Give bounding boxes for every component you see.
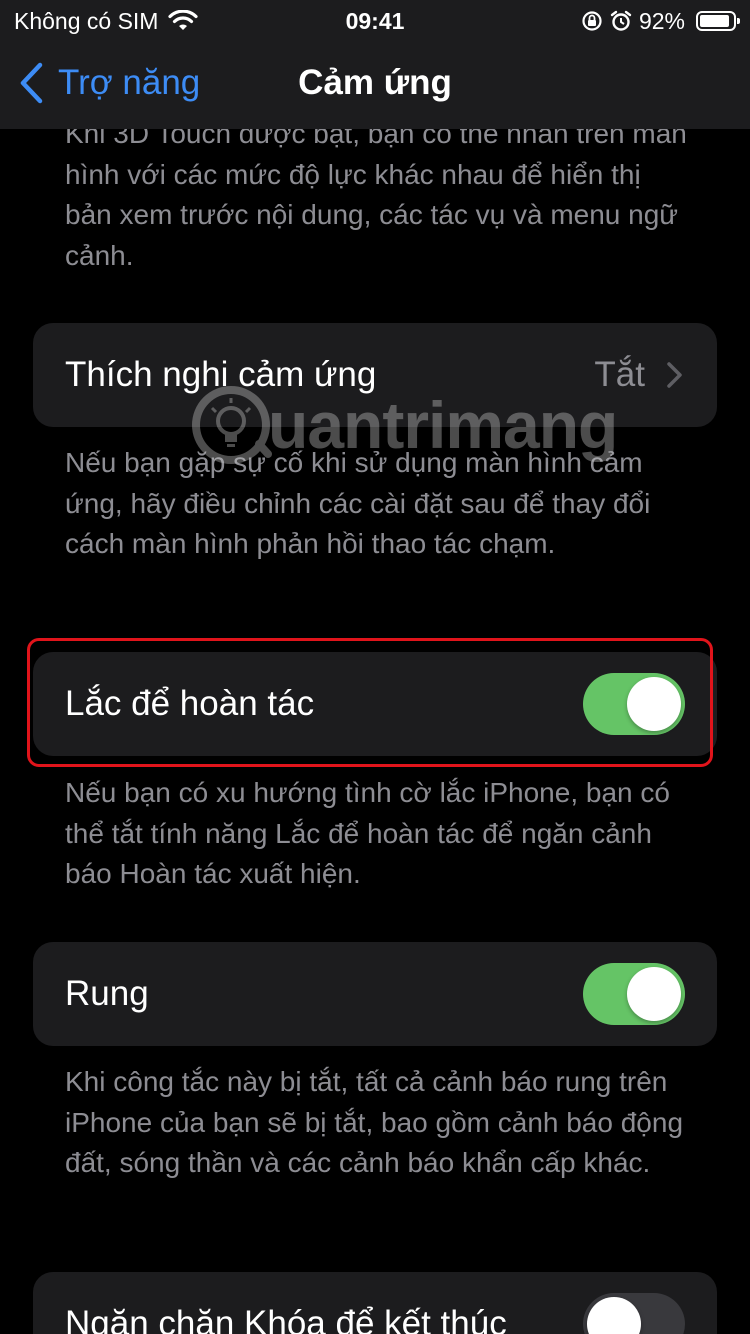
vibration-row: Rung — [33, 942, 717, 1046]
battery-level-fill — [700, 15, 730, 27]
toggle-knob — [627, 677, 681, 731]
shake-to-undo-row: Lắc để hoàn tác — [33, 652, 717, 756]
touch-accommodations-value: Tắt — [594, 355, 645, 394]
settings-scroll-view[interactable]: Khi 3D Touch được bật, bạn có thể nhấn t… — [0, 0, 750, 1334]
shake-to-undo-label: Lắc để hoàn tác — [65, 684, 315, 723]
prevent-lock-label: Ngăn chặn Khóa để kết thúc — [65, 1304, 507, 1334]
shake-to-undo-footer: Nếu bạn có xu hướng tình cờ lắc iPhone, … — [65, 777, 670, 889]
vibration-label: Rung — [65, 974, 149, 1013]
vibration-toggle[interactable] — [583, 963, 685, 1025]
page-title: Cảm ứng — [298, 63, 452, 102]
touch-accommodations-row[interactable]: Thích nghi cảm ứng Tắt — [33, 323, 717, 427]
battery-tip — [737, 18, 740, 24]
toggle-knob — [587, 1297, 641, 1334]
prevent-lock-row: Ngăn chặn Khóa để kết thúc — [33, 1272, 717, 1334]
status-indicators: 92% — [581, 6, 740, 36]
prevent-lock-toggle[interactable] — [583, 1293, 685, 1334]
alarm-icon — [610, 10, 632, 31]
vibration-footer: Khi công tắc này bị tắt, tất cả cảnh báo… — [65, 1066, 684, 1178]
chevron-right-icon — [667, 362, 682, 388]
3d-touch-footer: Khi 3D Touch được bật, bạn có thể nhấn t… — [65, 118, 687, 271]
shake-to-undo-toggle[interactable] — [583, 673, 685, 735]
touch-accommodations-label: Thích nghi cảm ứng — [65, 355, 377, 394]
battery-icon — [696, 11, 740, 31]
orientation-lock-icon — [582, 11, 602, 31]
toggle-knob — [627, 967, 681, 1021]
touch-accommodations-footer: Nếu bạn gặp sự cố khi sử dụng màn hình c… — [65, 447, 651, 559]
navigation-header: Không có SIM 09:41 92% Trợ năng Cảm ứng — [0, 0, 750, 129]
battery-percent: 92% — [638, 7, 685, 34]
